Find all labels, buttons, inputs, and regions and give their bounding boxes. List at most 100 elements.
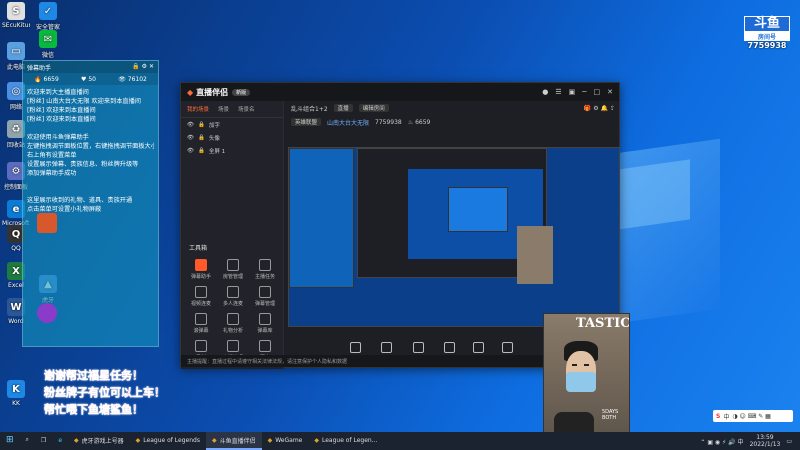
stat-fans: ♥ 50 [81, 75, 96, 83]
room-owner: 山南大台大无限 [327, 119, 370, 127]
eye-icon[interactable]: 👁 [187, 122, 194, 128]
nested-desktop [289, 148, 354, 288]
source-label: 头像 [208, 135, 220, 142]
tool-label: 弹幕库 [257, 328, 273, 334]
tool-button[interactable]: 滚弹幕 [185, 313, 217, 334]
search-button[interactable]: ⌕ [20, 432, 35, 450]
danmu-panel-header[interactable]: 弹幕助手 🔒 ⚙ ✕ [23, 61, 158, 73]
room-action-icons[interactable]: 🎁 ⚙ 🔔 ⇪ [584, 105, 615, 112]
source-item[interactable]: 👁 🔒 全屏 1 [181, 144, 283, 157]
app-icon[interactable] [37, 303, 57, 323]
taskbar-app[interactable]: ◆ League of Legen... [308, 432, 383, 450]
app-logo: ◆ 直播伴侣 [187, 87, 229, 97]
close-icon[interactable]: ✕ [607, 88, 613, 96]
danmu-message: 左键拖拽调节面板位置，右键拖拽调节面板大小 [27, 143, 154, 150]
desktop-icon[interactable]: S SEcuKitunt [2, 2, 30, 29]
taskbar-app[interactable]: ◆ 斗鱼直播伴侣 [205, 432, 262, 450]
eye-icon[interactable]: 👁 [187, 148, 194, 154]
room-label: 房间号 [744, 32, 790, 41]
system-tray[interactable]: ⌃ ▣ ◉ ⚡ 🔊 中 13:59 2022/1/13 ▭ [700, 434, 800, 448]
tool-button[interactable]: 弹幕助手 [185, 259, 217, 280]
eye [584, 364, 589, 366]
room-title: 乱斗组合1+2 [291, 105, 328, 113]
source-label: 全屏 1 [208, 148, 226, 155]
lock-icon[interactable]: 🔒 [198, 122, 205, 128]
control-icon [444, 342, 456, 353]
danmu-message [27, 178, 154, 187]
danmu-stats: 🔥 6659 ♥ 50 👁 76102 [23, 73, 158, 85]
clock-time: 13:59 [756, 434, 774, 441]
tool-icon [195, 340, 207, 352]
maximize-icon[interactable]: □ [594, 88, 601, 96]
desktop-icon-label: SEcuKitunt [2, 22, 30, 29]
source-item[interactable]: 👁 🔒 加字 [181, 118, 283, 131]
tool-button[interactable]: 房管管理 [217, 259, 249, 280]
control-icon [349, 342, 361, 353]
stream-preview [288, 147, 620, 327]
danmu-panel-title: 弹幕助手 [27, 65, 52, 72]
lock-icon[interactable]: 🔒 [198, 135, 205, 141]
eye-icon[interactable]: 👁 [187, 135, 194, 141]
stat-viewers: 👁 76102 [118, 75, 147, 83]
menu-icon[interactable]: ☰ [555, 88, 561, 96]
category-chip[interactable]: 英雄联盟 [291, 118, 322, 126]
room-info-bar: 乱斗组合1+2 直播 编辑房间 🎁 ⚙ 🔔 ⇪ [285, 101, 621, 115]
edit-room-button[interactable]: 编辑房间 [358, 104, 389, 112]
tool-button[interactable]: 弹幕库 [249, 313, 281, 334]
desktop-icon[interactable]: K KK [2, 380, 30, 407]
tab-scene-name[interactable]: 场景名 [238, 105, 255, 113]
tool-button[interactable]: 弹幕管理 [249, 286, 281, 307]
lock-icon[interactable]: 🔒 [198, 148, 205, 154]
taskbar-app[interactable]: ◆ League of Legends [130, 432, 206, 450]
task-view-button[interactable]: ❐ [35, 432, 52, 450]
control-icon [412, 342, 424, 353]
danmu-message [27, 124, 154, 133]
minimize-icon[interactable]: ─ [582, 88, 586, 96]
taskbar-app-label: 斗鱼直播伴侣 [219, 437, 256, 445]
start-button[interactable]: ⊞ [0, 432, 20, 450]
app-icon: ▭ [7, 42, 25, 60]
taskbar-app-icon: ◆ [314, 436, 319, 444]
source-item[interactable]: 👁 🔒 头像 [181, 131, 283, 144]
eye [572, 364, 577, 366]
notification-icon[interactable]: ▭ [786, 438, 792, 445]
danmu-message: [粉丝] 山南大台大无限 欢迎来到本直播间 [27, 98, 141, 105]
source-list: 👁 🔒 加字 👁 🔒 头像 👁 🔒 全屏 1 [181, 118, 283, 157]
tool-button[interactable]: 视频连麦 [185, 286, 217, 307]
taskbar-app-label: 虎牙游戏上号器 [81, 437, 124, 445]
tab-my-scene[interactable]: 我的场景 [187, 105, 209, 113]
tool-icon [227, 259, 239, 271]
taskbar: ⊞ ⌕ ❐ e ◆ 虎牙游戏上号器 ◆ League of Legends ◆ 斗鱼直播伴… [0, 432, 800, 450]
source-label: 加字 [208, 122, 220, 129]
ime-toolbar[interactable]: S 中 ◑ ☺ ⌨ ✎ ▦ [713, 410, 793, 422]
app-titlebar[interactable]: ◆ 直播伴侣 新版 ● ☰ ▣ ─ □ ✕ [181, 83, 619, 101]
app-icon: S [7, 2, 25, 20]
edge-button[interactable]: e [52, 432, 68, 450]
clock[interactable]: 13:59 2022/1/13 [750, 434, 781, 448]
tool-icon [259, 259, 271, 271]
ime-tools-icon[interactable]: ◑ ☺ ⌨ ✎ ▦ [732, 413, 770, 420]
ime-mode[interactable]: 中 [723, 412, 729, 421]
panel-controls-icon[interactable]: 🔒 ⚙ ✕ [132, 63, 154, 71]
tool-button[interactable]: 礼物分析 [217, 313, 249, 334]
desktop-icon[interactable]: ✓ 安全管家 [34, 2, 62, 31]
shirt-print-small: 5DAYS BOTH [602, 409, 619, 421]
tray-icons[interactable]: ⌃ ▣ ◉ ⚡ 🔊 中 [700, 437, 743, 446]
toolbox-grid: 弹幕助手房管管理主播任务视频连麦多人连麦弹幕管理滚弹幕礼物分析弹幕库录制直播管理… [185, 259, 281, 361]
tool-label: 主播任务 [254, 274, 275, 280]
titlebar-controls[interactable]: ● ☰ ▣ ─ □ ✕ [542, 88, 613, 96]
room-tag[interactable]: 直播 [333, 104, 353, 112]
windows-icon: ⊞ [6, 435, 14, 445]
stat-hot: 🔥 6659 [34, 75, 59, 83]
scene-tabs[interactable]: 我的场景 场景 场景名 [181, 101, 283, 118]
tool-icon [259, 313, 271, 325]
tab-scene[interactable]: 场景 [218, 105, 229, 113]
taskbar-app[interactable]: ◆ 虎牙游戏上号器 [68, 432, 130, 450]
app-icon[interactable] [37, 213, 57, 233]
skin-icon[interactable]: ▣ [569, 88, 576, 96]
avatar[interactable]: ● [542, 88, 548, 96]
tool-button[interactable]: 多人连麦 [217, 286, 249, 307]
desktop-icon[interactable]: ✉ 微信 [34, 30, 62, 59]
taskbar-app[interactable]: ◆ WeGame [262, 432, 309, 450]
tool-button[interactable]: 主播任务 [249, 259, 281, 280]
